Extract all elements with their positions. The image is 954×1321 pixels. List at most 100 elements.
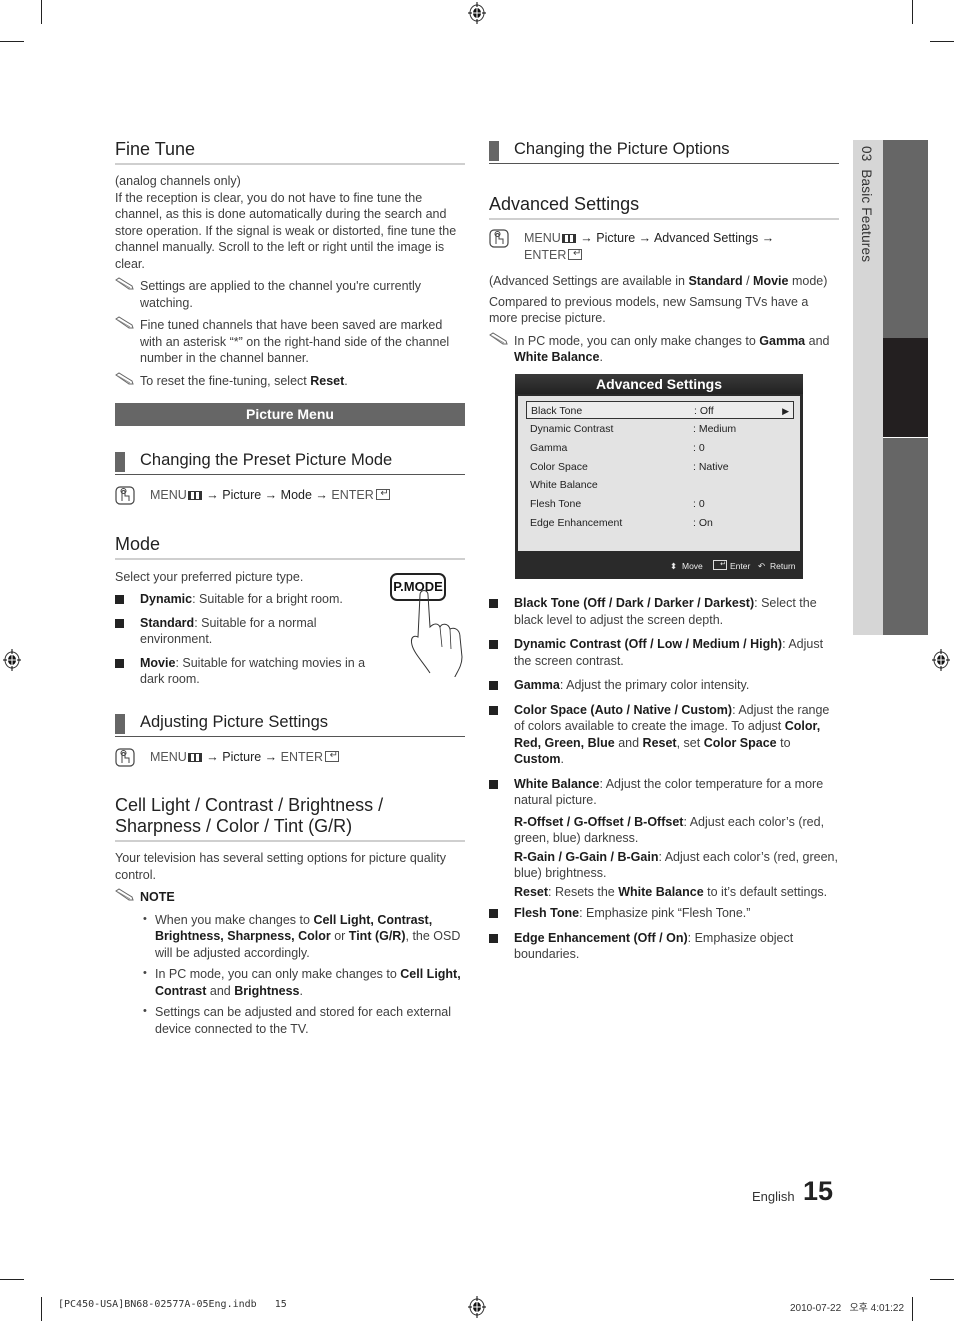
note-text: Fine tuned channels that have been saved… [140, 318, 450, 365]
osd-row-edge-enhancement[interactable]: Edge Enhancement: On [526, 514, 794, 532]
pencil-note-icon [115, 371, 134, 384]
osd-label: Gamma [530, 442, 568, 454]
text: mode) [788, 274, 828, 288]
advanced-settings-heading: Advanced Settings [489, 194, 839, 220]
item-text: . [560, 752, 565, 766]
note-text: To reset the fine-tuning, select [140, 373, 311, 388]
picture-options-heading: Changing the Picture Options [489, 139, 839, 164]
menu-icon [561, 234, 576, 243]
item-bold: Flesh Tone [514, 906, 580, 920]
cell-light-body: Your television has several setting opti… [115, 851, 446, 882]
menu-path-item: Picture [222, 488, 262, 502]
item-text: . [299, 983, 303, 998]
osd-row-dynamic-contrast[interactable]: Dynamic Contrast: Medium [526, 420, 794, 438]
enter-label: ENTER [524, 247, 567, 262]
enter-icon [568, 246, 583, 262]
item-bold: Dynamic Contrast (Off / Low / Medium / H… [514, 637, 783, 651]
osd-row-gamma[interactable]: Gamma: 0 [526, 439, 794, 457]
menu-hand-icon [489, 229, 509, 248]
chapter-label: 03 Basic Features [859, 146, 874, 262]
right-column: Changing the Picture Options Advanced Se… [489, 139, 839, 366]
osd-body: Black Tone: Off ▶ Dynamic Contrast: Mediu… [518, 396, 800, 551]
chapter-band [883, 140, 928, 338]
note: Fine tuned channels that have been saved… [115, 316, 465, 367]
item-text: and [614, 735, 643, 750]
item-text: When you make changes to [155, 912, 314, 927]
note-text: In PC mode, you can only make changes to [514, 333, 760, 348]
hand-pointer-icon [411, 589, 463, 677]
pencil-note-icon [115, 277, 134, 290]
registration-mark-icon [3, 649, 21, 671]
heading-line: Sharpness / Color / Tint (G/R) [115, 816, 353, 836]
osd-footer: ⬍ Move ↵ Enter ↶ Return [515, 553, 803, 579]
item-bold: Gamma [514, 678, 560, 692]
chapter-number: 03 [859, 146, 874, 162]
osd-label: Black Tone [531, 405, 583, 417]
osd-enter-label: Enter [730, 561, 751, 571]
registration-mark-icon [932, 649, 950, 671]
enter-label: ENTER [331, 488, 374, 502]
note-text: . [344, 373, 348, 388]
sub-item: R-Offset / G-Offset / B-Offset: Adjust e… [514, 814, 839, 847]
item-text: : Suitable for a bright room. [192, 592, 343, 606]
menu-path: MENU → Picture → ENTER [115, 748, 465, 767]
item-bold: Movie [140, 655, 176, 670]
menu-icon [187, 491, 202, 500]
print-timestamp: 2010-07-22 오후 4:01:22 [790, 1303, 905, 1314]
menu-path: MENU → Picture → Mode → ENTER [115, 486, 465, 505]
text: (Advanced Settings are available in [489, 274, 689, 288]
note-text: Settings are applied to the channel you'… [140, 279, 422, 310]
list-item: Dynamic Contrast (Off / Low / Medium / H… [489, 636, 839, 669]
menu-path-item: Picture [596, 231, 636, 245]
adjusting-heading: Adjusting Picture Settings [115, 712, 465, 737]
osd-row-black-tone[interactable]: Black Tone: Off ▶ [526, 401, 794, 419]
note: To reset the fine-tuning, select Reset. [115, 371, 465, 390]
mode-section: Select your preferred picture type. Dyna… [115, 569, 465, 688]
sub-item: Reset: Resets the White Balance to it’s … [514, 884, 839, 901]
menu-icon [187, 752, 202, 762]
osd-row-color-space[interactable]: Color Space: Native [526, 458, 794, 476]
item-bold: Edge Enhancement (Off / On) [514, 930, 688, 945]
crop-mark [930, 1279, 954, 1280]
item-text: : Adjust the primary color intensity. [559, 678, 750, 692]
item-text: : Emphasize pink “Flesh Tone.” [579, 906, 751, 920]
language-label: English [752, 1189, 795, 1204]
list-item: Edge Enhancement (Off / On): Emphasize o… [489, 930, 839, 963]
note: In PC mode, you can only make changes to… [489, 331, 839, 366]
crop-mark [0, 41, 24, 42]
preset-mode-heading: Changing the Preset Picture Mode [115, 450, 465, 475]
arrow: → [761, 231, 775, 245]
registration-mark-icon [468, 1296, 486, 1318]
crop-mark [912, 1297, 913, 1321]
osd-row-flesh-tone[interactable]: Flesh Tone : 0 [526, 495, 794, 513]
arrow: → [315, 488, 328, 502]
fine-tune-body: If the reception is clear, you do not ha… [115, 190, 457, 271]
item-text: : Resets the [548, 884, 619, 899]
fine-tune-heading: Fine Tune [115, 139, 465, 165]
list-item: In PC mode, you can only make changes to… [140, 965, 465, 999]
crop-mark [41, 1297, 42, 1321]
menu-label: MENU [524, 231, 561, 245]
item-text: to [776, 735, 791, 750]
note-text: . [599, 350, 603, 364]
osd-move-label: Move [682, 561, 703, 571]
enter-icon: ↵ [713, 560, 727, 570]
item-bold: R-Gain / G-Gain / B-Gain [514, 849, 659, 864]
item-text: to it’s default settings. [703, 884, 828, 899]
osd-value: : 0 [693, 498, 705, 510]
file-info: [PC450-USA]BN68-02577A-05Eng.indb 15 [58, 1299, 287, 1310]
osd-row-white-balance[interactable]: White Balance [526, 476, 794, 494]
list-item: When you make changes to Cell Light, Con… [140, 911, 465, 962]
chapter-title: Basic Features [859, 169, 874, 263]
cell-light-heading: Cell Light / Contrast / Brightness / Shar… [115, 795, 465, 842]
note: Settings are applied to the channel you'… [115, 277, 465, 311]
list-item: Gamma: Adjust the primary color intensit… [489, 677, 839, 694]
arrow: → [638, 231, 652, 245]
osd-title: Advanced Settings [515, 374, 803, 394]
note-bold: Gamma [759, 333, 806, 348]
text: / [742, 274, 754, 288]
item-text: or [330, 929, 349, 943]
osd-label: Flesh Tone [530, 498, 582, 510]
item-bold: White Balance [618, 884, 704, 899]
crop-mark [930, 41, 954, 42]
